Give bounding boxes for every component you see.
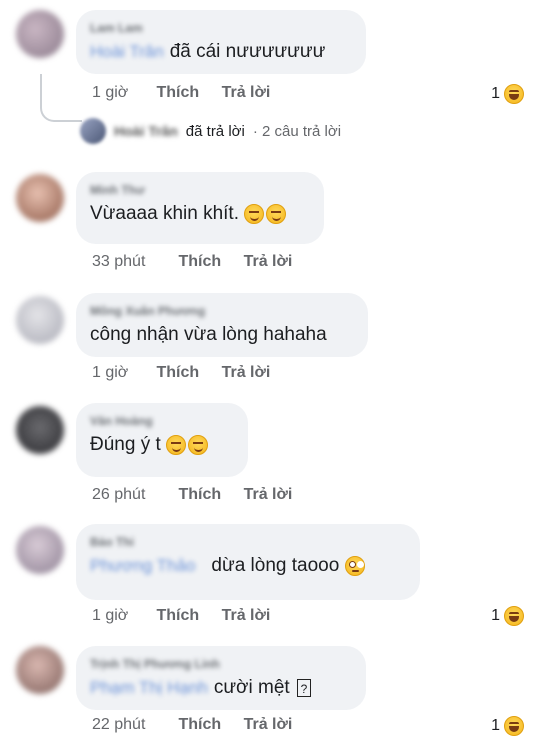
missing-character-icon: ?: [296, 678, 311, 697]
reaction-count: 1: [491, 85, 500, 102]
like-button[interactable]: Thích: [156, 607, 199, 624]
comment-text: công nhận vừa lòng hahaha: [90, 324, 327, 345]
view-replies-link[interactable]: Hoài Trân đã trả lời · 2 câu trả lời: [80, 118, 341, 144]
mention-tag[interactable]: Phương Thảo: [90, 556, 195, 575]
comment-time[interactable]: 1 giờ: [92, 607, 152, 625]
comment-actions: 33 phút Thích Trả lời: [92, 253, 292, 271]
laugh-emoji-icon: [504, 716, 524, 736]
comment-text: cười mệt: [213, 677, 290, 698]
thread-connector: [40, 74, 82, 122]
comment-time[interactable]: 33 phút: [92, 253, 174, 271]
comment-text-line: Đúng ý t: [90, 431, 234, 459]
avatar[interactable]: [16, 646, 64, 694]
comment-text-line: công nhận vừa lòng hahaha: [90, 321, 354, 349]
laugh-emoji-icon: [504, 84, 524, 104]
replied-text: đã trả lời: [185, 122, 245, 140]
reply-button[interactable]: Trả lời: [244, 253, 293, 270]
comment-time[interactable]: 22 phút: [92, 716, 174, 734]
comment-author[interactable]: Trịnh Thị Phương Linh: [90, 656, 352, 672]
smirk-emoji-icon: [266, 203, 287, 224]
comment-actions: 1 giờ Thích Trả lời: [92, 84, 270, 102]
reply-button[interactable]: Trả lời: [222, 607, 271, 624]
reply-button[interactable]: Trả lời: [244, 716, 293, 733]
reaction-count: 1: [491, 717, 500, 734]
comment-text-line: Hoài Trân đã cái nưưưưưưư: [90, 38, 352, 66]
like-button[interactable]: Thích: [178, 716, 221, 733]
like-button[interactable]: Thích: [178, 486, 221, 503]
comment-bubble: Trịnh Thị Phương Linh Phạm Thị Hạnh cười …: [76, 646, 366, 710]
reaction-count: 1: [491, 607, 500, 624]
comment-text: Vừaaaa khin khít.: [90, 203, 239, 224]
comment-text: đã cái nưưưưưưư: [169, 41, 326, 62]
comment-text: Đúng ý t: [90, 434, 161, 455]
comment-actions: 22 phút Thích Trả lời: [92, 716, 292, 734]
comment-bubble: Văn Hoàng Đúng ý t: [76, 403, 248, 477]
comment-text: dừa lòng taooo: [211, 555, 340, 576]
comment-actions: 1 giờ Thích Trả lời: [92, 364, 270, 382]
comment-author[interactable]: Văn Hoàng: [90, 413, 234, 429]
reaction-summary[interactable]: 1: [491, 84, 524, 104]
like-button[interactable]: Thích: [178, 253, 221, 270]
avatar[interactable]: [16, 174, 64, 222]
mention-tag[interactable]: Hoài Trân: [90, 42, 164, 61]
comment-text-line: Phạm Thị Hạnh cười mệt ?: [90, 674, 352, 702]
replier-name: Hoài Trân: [114, 123, 178, 139]
like-button[interactable]: Thích: [156, 364, 199, 381]
like-button[interactable]: Thích: [156, 84, 199, 101]
comment-time[interactable]: 1 giờ: [92, 364, 152, 382]
smirk-emoji-icon: [166, 434, 187, 455]
comment-bubble: Bảo Thi Phương Thảo dừa lòng taooo: [76, 524, 420, 600]
comment-bubble: Lam Lam Hoài Trân đã cái nưưưưưưư: [76, 10, 366, 74]
avatar[interactable]: [16, 10, 64, 58]
roll-eyes-emoji-icon: [344, 555, 365, 576]
comment-text-line: Phương Thảo dừa lòng taooo: [90, 552, 406, 580]
comment-time[interactable]: 26 phút: [92, 486, 174, 504]
reaction-summary[interactable]: 1: [491, 606, 524, 626]
comment-bubble: Minh Thư Vừaaaa khin khít.: [76, 172, 324, 244]
reaction-summary[interactable]: 1: [491, 716, 524, 736]
avatar[interactable]: [16, 296, 64, 344]
comment-bubble: Mông Xuân Phương công nhận vừa lòng haha…: [76, 293, 368, 357]
comment-actions: 26 phút Thích Trả lời: [92, 486, 292, 504]
comment-actions: 1 giờ Thích Trả lời: [92, 607, 270, 625]
comment-text-line: Vừaaaa khin khít.: [90, 200, 310, 228]
reply-count: · 2 câu trả lời: [252, 122, 342, 140]
replier-avatar: [80, 118, 106, 144]
reply-button[interactable]: Trả lời: [222, 364, 271, 381]
comment-author[interactable]: Mông Xuân Phương: [90, 303, 354, 319]
laugh-emoji-icon: [504, 606, 524, 626]
reply-button[interactable]: Trả lời: [222, 84, 271, 101]
comment-author[interactable]: Lam Lam: [90, 20, 352, 36]
comment-author[interactable]: Minh Thư: [90, 182, 310, 198]
avatar[interactable]: [16, 406, 64, 454]
mention-tag[interactable]: Phạm Thị Hạnh: [90, 678, 208, 697]
avatar[interactable]: [16, 526, 64, 574]
comment-time[interactable]: 1 giờ: [92, 84, 152, 102]
comment-author[interactable]: Bảo Thi: [90, 534, 406, 550]
smirk-emoji-icon: [188, 434, 209, 455]
smirk-emoji-icon: [244, 203, 265, 224]
reply-button[interactable]: Trả lời: [244, 486, 293, 503]
